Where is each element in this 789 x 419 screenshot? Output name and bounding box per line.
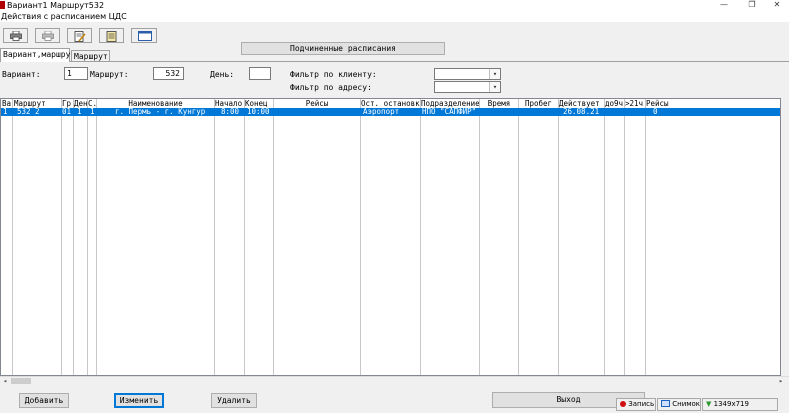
document-star-icon [106,31,117,42]
table-cell: 1 [77,108,82,116]
table-cell: 26.08.21 [563,108,600,116]
delete-button[interactable]: Удалить [211,393,257,408]
printer-icon [10,31,22,41]
snapshot-label: Снимок [672,400,701,408]
variant-input[interactable]: 1 [64,67,88,80]
maximize-button[interactable]: ❐ [740,0,764,11]
print-preview-button[interactable] [35,28,60,43]
chevron-down-icon[interactable]: ▾ [489,69,500,79]
column-header[interactable]: С. [88,99,96,108]
table-cell: 10:00 [247,108,270,116]
table-cell: 0 [653,108,658,116]
table-cell: Аэропорт [363,108,400,116]
route-label: Маршрут: [90,70,129,79]
snapshot-button[interactable]: Снимок [657,398,701,411]
column-header[interactable]: до9ч [605,99,624,108]
column-header[interactable]: Гр [62,99,73,108]
new-document-button[interactable] [99,28,124,43]
tab-route[interactable]: Маршрут [71,50,110,62]
column-header[interactable]: Действует [559,99,604,108]
column-header[interactable]: Ва [2,99,12,108]
table-cell [625,108,645,116]
table-cell: 1 [90,108,95,116]
scroll-right-icon[interactable]: ▸ [776,376,786,386]
column-header[interactable]: Пробег [519,99,558,108]
edit-button[interactable]: Изменить [114,393,164,408]
resolution-selector[interactable]: ▼ 1349x719 [702,398,778,411]
close-button[interactable]: ✕ [765,0,789,11]
column-header[interactable]: Рейсы [646,99,686,108]
triangle-down-icon: ▼ [706,400,712,408]
table-cell [480,108,518,116]
print-button[interactable] [3,28,28,43]
horizontal-scrollbar[interactable] [0,376,789,386]
scrollbar-thumb[interactable] [11,378,31,384]
table-cell: г. Пермь - г. Кунгур [115,108,206,116]
document-pencil-icon [74,31,86,42]
add-button[interactable]: Добавить [19,393,69,408]
chevron-down-icon[interactable]: ▾ [489,82,500,92]
column-header[interactable]: Подразделение [421,99,479,108]
column-header[interactable]: Время [480,99,518,108]
title-bar [0,0,789,11]
address-filter-select[interactable]: ▾ [434,81,501,93]
schedule-table[interactable]: Ва Маршрут Гр Ден С. Наименование Начало… [0,98,781,376]
menu-item-schedule-actions[interactable]: Действия с расписанием ЦДС [1,11,127,22]
table-cell [605,108,624,116]
minimize-button[interactable]: — [712,0,736,11]
table-cell: 8:00 [221,108,240,116]
client-filter-select[interactable]: ▾ [434,68,501,80]
record-icon [620,401,626,407]
tab-variant-route[interactable]: Вариант,маршрут [0,48,75,62]
column-header[interactable]: >21ч [625,99,645,108]
bottom-strip [0,413,789,419]
app-icon [0,1,5,9]
subordinate-schedules-button[interactable]: Подчиненные расписания [241,42,445,55]
table-cell [519,108,558,116]
route-input[interactable]: 532 [153,67,184,80]
column-header[interactable]: Ост. остановки [361,99,420,108]
printer-icon [42,31,54,41]
day-label: День: [210,70,235,79]
table-cell [274,108,360,116]
record-label: Запись [628,400,655,408]
scroll-left-icon[interactable]: ◂ [0,376,10,386]
monitor-icon [661,400,670,407]
variant-label: Вариант: [2,70,41,79]
column-header[interactable]: Рейсы [274,99,360,108]
client-filter-label: Фильтр по клиенту: [290,70,377,79]
table-cell: НПО "САПФИР" [422,108,477,116]
table-cell: 1 [3,108,8,116]
column-header[interactable]: Конец [245,99,273,108]
tab-panel-border [0,61,789,62]
resolution-label: 1349x719 [713,400,749,408]
address-filter-label: Фильтр по адресу: [290,83,372,92]
column-header[interactable]: Начало [215,99,244,108]
column-header[interactable]: Маршрут [14,99,60,108]
column-header[interactable]: Ден [74,99,87,108]
record-button[interactable]: Запись [616,398,656,411]
day-input[interactable] [249,67,271,80]
window-view-button[interactable] [131,28,157,43]
table-cell: 532 2 [17,108,40,116]
column-header[interactable]: Наименование [97,99,214,108]
edit-document-button[interactable] [67,28,92,43]
window-icon [138,31,152,41]
table-cell: 01 [62,108,72,116]
window-title: Вариант1 Маршрут532 [7,1,105,10]
